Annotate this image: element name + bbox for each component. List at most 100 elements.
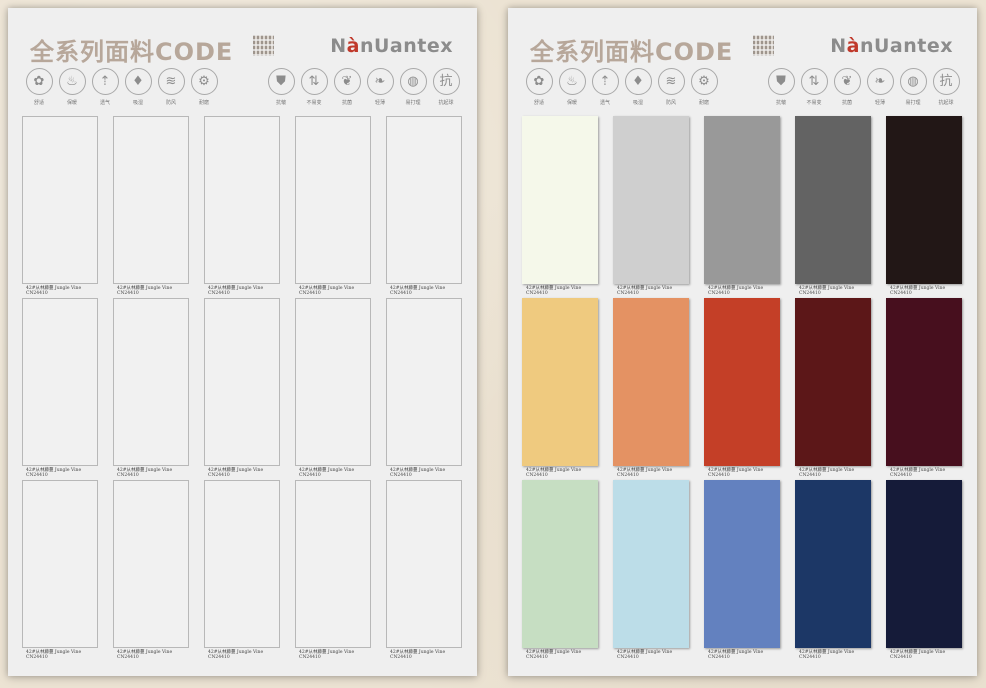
swatch-code: CN24410 [799,473,821,478]
fabric-swatch [613,480,689,648]
swatch-code: CN24410 [26,291,48,296]
swatch-placeholder [113,298,189,466]
fabric-swatch [795,298,871,466]
swatch-cell: 42#从林藤蔓 Jungle Vine CN24410 [522,480,598,660]
swatch-cell: 42#从林藤蔓 Jungle Vine CN24410 [704,298,780,478]
swatch-caption: 42#从林藤蔓 Jungle Vine CN24410 [799,286,854,296]
swatch-caption: 42#从林藤蔓 Jungle Vine CN24410 [26,286,81,296]
feature-item: ⛊ 抗皱 [766,68,796,106]
swatch-cell: 42#从林藤蔓 Jungle Vine CN24410 [386,298,462,478]
fabric-swatch [704,298,780,466]
feature-label: 防风 [165,100,176,106]
fabric-swatch [522,298,598,466]
feature-label: 不易变 [806,100,822,106]
feature-item: ⇅ 不易变 [299,68,329,106]
fabric-swatch [522,116,598,284]
feature-item: ⚙ 耐磨 [189,68,219,106]
feature-item: ❧ 轻薄 [365,68,395,106]
feature-item: ⇡ 透气 [90,68,120,106]
feather-icon: ❧ [866,68,894,95]
gear-icon: ⚙ [690,68,718,95]
swatch-placeholder [204,480,280,648]
swatch-caption: 42#从林藤蔓 Jungle Vine CN24410 [299,650,354,660]
feature-label: 防风 [665,100,676,106]
feature-item: ♨ 保暖 [57,68,87,106]
swatch-code: CN24410 [526,291,548,296]
swatch-cell: 42#从林藤蔓 Jungle Vine CN24410 [613,116,689,296]
anti-pill-icon: 抗 [932,68,960,95]
swatch-cell: 42#从林藤蔓 Jungle Vine CN24410 [204,298,280,478]
swatch-grid: 42#从林藤蔓 Jungle Vine CN24410 42#从林藤蔓 Jungle… [522,116,962,660]
feature-item: ✿ 舒适 [24,68,54,106]
swatch-cell: 42#从林藤蔓 Jungle Vine CN24410 [704,116,780,296]
gear-icon: ⚙ [190,68,218,95]
swatch-caption: 42#从林藤蔓 Jungle Vine CN24410 [890,650,945,660]
swatch-caption: 42#从林藤蔓 Jungle Vine CN24410 [890,286,945,296]
feature-item: ❦ 抗菌 [832,68,862,106]
feature-label: 抗皱 [775,100,786,106]
stretch-icon: ⇅ [300,68,328,95]
water-icon: ◍ [399,68,427,95]
swatch-cell: 42#从林藤蔓 Jungle Vine CN24410 [522,298,598,478]
card-title: 全系列面料CODE [530,38,734,66]
swatch-placeholder [113,480,189,648]
swatch-caption: 42#从林藤蔓 Jungle Vine CN24410 [26,468,81,478]
swatch-cell: 42#从林藤蔓 Jungle Vine CN24410 [886,116,962,296]
swatch-cell: 42#从林藤蔓 Jungle Vine CN24410 [295,480,371,660]
swatch-code: CN24410 [299,291,321,296]
feature-icons-left: ✿ 舒适 ♨ 保暖 ⇡ 透气 ♦ 吸湿 ≋ 防风 ⚙ 耐磨 [24,68,219,106]
flower-icon: ✿ [525,68,553,95]
feature-item: ♨ 保暖 [557,68,587,106]
swatch-cell: 42#从林藤蔓 Jungle Vine CN24410 [113,480,189,660]
feature-item: ◍ 易打理 [898,68,928,106]
swatch-cell: 42#从林藤蔓 Jungle Vine CN24410 [613,480,689,660]
swatch-caption: 42#从林藤蔓 Jungle Vine CN24410 [617,286,672,296]
water-icon: ◍ [899,68,927,95]
swatch-cell: 42#从林藤蔓 Jungle Vine CN24410 [886,298,962,478]
swatch-caption: 42#从林藤蔓 Jungle Vine CN24410 [617,650,672,660]
fabric-swatch [522,480,598,648]
swatch-cell: 42#从林藤蔓 Jungle Vine CN24410 [795,480,871,660]
leaf-icon: ❦ [333,68,361,95]
swatch-placeholder [22,480,98,648]
swatch-caption: 42#从林藤蔓 Jungle Vine CN24410 [390,468,445,478]
swatch-placeholder [113,116,189,284]
swatch-code: CN24410 [890,291,912,296]
swatch-caption: 42#从林藤蔓 Jungle Vine CN24410 [526,650,581,660]
vent-icon: ⇡ [91,68,119,95]
card-title: 全系列面料CODE [30,38,234,66]
feature-item: ⛊ 抗皱 [266,68,296,106]
fabric-swatch [886,480,962,648]
swatch-placeholder [386,116,462,284]
swatch-code: CN24410 [117,655,139,660]
swatch-placeholder [295,298,371,466]
brand-logo: NànUantex [330,35,453,57]
stretch-icon: ⇅ [800,68,828,95]
qr-code-icon [253,35,274,56]
swatch-code: CN24410 [890,655,912,660]
swatch-code: CN24410 [26,655,48,660]
swatch-cell: 42#从林藤蔓 Jungle Vine CN24410 [295,298,371,478]
swatch-code: CN24410 [708,291,730,296]
feature-label: 透气 [599,100,610,106]
feature-label: 轻薄 [874,100,885,106]
fabric-swatch [613,298,689,466]
swatch-caption: 42#从林藤蔓 Jungle Vine CN24410 [208,286,263,296]
fabric-swatch [795,480,871,648]
swatch-caption: 42#从林藤蔓 Jungle Vine CN24410 [117,286,172,296]
shirt-icon: ⛊ [267,68,295,95]
anti-pill-icon: 抗 [432,68,460,95]
swatch-cell: 42#从林藤蔓 Jungle Vine CN24410 [704,480,780,660]
swatch-code: CN24410 [299,655,321,660]
feature-item: 抗抗起球 [431,68,461,106]
feature-label: 轻薄 [374,100,385,106]
swatch-cell: 42#从林藤蔓 Jungle Vine CN24410 [22,116,98,296]
color-card-blank: 全系列面料CODE NànUantex ✿ 舒适 ♨ 保暖 ⇡ 透气 ♦ 吸湿 ≋ 防风 ⚙ 耐磨 ⛊… [8,8,477,676]
feature-icons-left: ✿ 舒适 ♨ 保暖 ⇡ 透气 ♦ 吸湿 ≋ 防风 ⚙ 耐磨 [524,68,719,106]
swatch-code: CN24410 [208,291,230,296]
feature-label: 耐磨 [698,100,709,106]
feature-label: 舒适 [533,100,544,106]
feature-label: 吸湿 [132,100,143,106]
swatch-cell: 42#从林藤蔓 Jungle Vine CN24410 [295,116,371,296]
swatch-cell: 42#从林藤蔓 Jungle Vine CN24410 [522,116,598,296]
